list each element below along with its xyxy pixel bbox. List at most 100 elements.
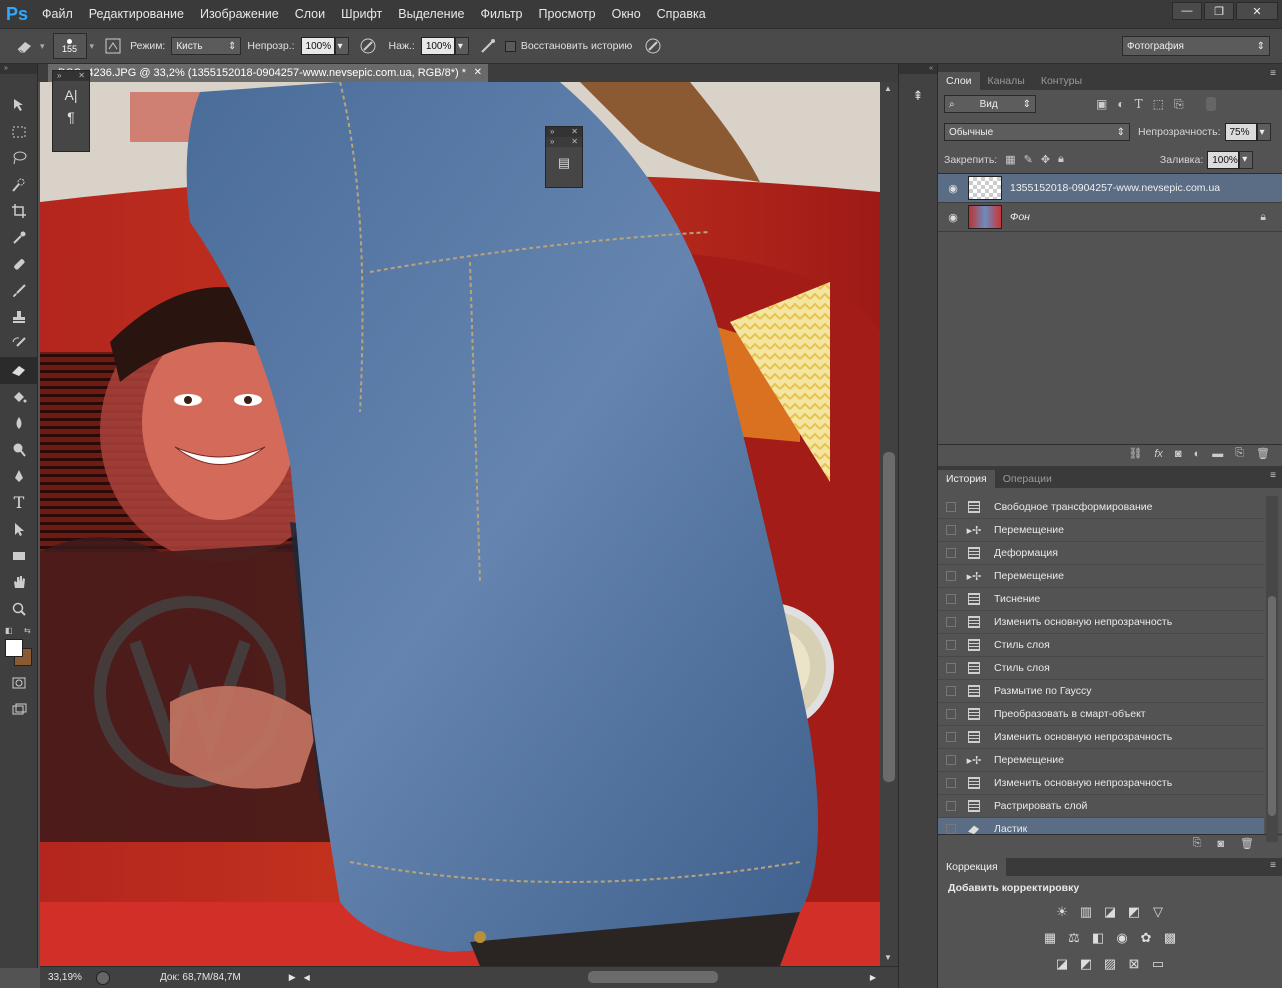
history-item[interactable]: Стиль слоя <box>938 634 1264 657</box>
exposure-icon[interactable]: ◩ <box>1125 904 1143 920</box>
healing-brush-tool-icon[interactable] <box>0 251 38 278</box>
brush-size-picker[interactable]: 155 <box>52 33 87 59</box>
history-item[interactable]: Размытие по Гауссу <box>938 680 1264 703</box>
paragraph-panel-icon[interactable]: ¶ <box>53 109 89 125</box>
history-panel-menu-icon[interactable]: ≡ <box>1270 470 1276 481</box>
history-scroll-thumb[interactable] <box>1268 596 1276 816</box>
hscroll-left-icon[interactable]: ◀ <box>304 973 310 982</box>
delete-state-icon[interactable]: 🗑︎ <box>1240 837 1254 850</box>
crop-tool-icon[interactable] <box>0 198 38 225</box>
lock-transparency-icon[interactable]: ▦ <box>1005 153 1015 166</box>
history-item[interactable]: ▸✢ Перемещение <box>938 519 1264 542</box>
vertical-scroll-thumb[interactable] <box>883 452 895 782</box>
restore-button[interactable]: ❐ <box>1204 2 1234 20</box>
history-item[interactable]: Преобразовать в смарт-объект <box>938 703 1264 726</box>
filter-type-icon[interactable]: T <box>1135 97 1143 111</box>
minimize-button[interactable]: — <box>1172 2 1202 20</box>
status-info-icon[interactable] <box>96 970 110 985</box>
history-snapshot-checkbox[interactable] <box>946 755 956 765</box>
opacity-pressure-icon[interactable] <box>357 35 379 57</box>
tab-paths[interactable]: Контуры <box>1033 72 1090 90</box>
new-adjustment-icon[interactable]: ◐ <box>1194 448 1201 460</box>
close-button[interactable]: ✕ <box>1236 2 1278 20</box>
eraser-tool-icon[interactable] <box>0 357 38 384</box>
history-scrollbar[interactable] <box>1266 496 1278 842</box>
vibrance-icon[interactable]: ▽ <box>1149 904 1167 920</box>
history-item[interactable]: Изменить основную непрозрачность <box>938 726 1264 749</box>
preset-dropdown-arrow-icon[interactable]: ▾ <box>40 41 45 52</box>
history-snapshot-checkbox[interactable] <box>946 663 956 673</box>
adjustments-panel-menu-icon[interactable]: ≡ <box>1270 860 1276 871</box>
opacity-input[interactable]: 100% <box>300 37 335 55</box>
menu-select[interactable]: Выделение <box>390 0 472 28</box>
channel-mixer-icon[interactable]: ✿ <box>1137 930 1155 946</box>
quick-select-tool-icon[interactable] <box>0 172 38 199</box>
brush-tool-icon[interactable] <box>0 278 38 305</box>
opacity-arrow-icon[interactable]: ▾ <box>334 37 349 55</box>
history-item[interactable]: Изменить основную непрозрачность <box>938 772 1264 795</box>
threshold-icon[interactable]: ▨ <box>1101 956 1119 972</box>
filter-toggle-switch[interactable] <box>1205 97 1216 111</box>
lock-all-icon[interactable]: 🔒︎ <box>1058 153 1064 166</box>
history-snapshot-checkbox[interactable] <box>946 548 956 558</box>
mini-panel-expand-icon-2[interactable]: » <box>550 127 554 137</box>
history-states-icon[interactable]: ⇞ <box>908 88 928 106</box>
eyedropper-tool-icon[interactable] <box>0 225 38 252</box>
tab-adjustments[interactable]: Коррекция <box>938 858 1006 876</box>
color-lookup-icon[interactable]: ▩ <box>1161 930 1179 946</box>
layer-row-background[interactable]: ◉ Фон 🔒︎ <box>938 203 1282 232</box>
layer-visibility-eye-icon[interactable]: ◉ <box>938 182 968 195</box>
selective-color-icon[interactable]: ⊠ <box>1125 956 1143 972</box>
history-snapshot-checkbox[interactable] <box>946 732 956 742</box>
menu-view[interactable]: Просмотр <box>531 0 604 28</box>
blend-mode-dropdown[interactable]: Обычные ⇕ <box>944 123 1130 141</box>
mode-dropdown[interactable]: Кисть ⇕ <box>171 37 242 55</box>
menu-filter[interactable]: Фильтр <box>473 0 531 28</box>
lasso-tool-icon[interactable] <box>0 145 38 172</box>
history-snapshot-checkbox[interactable] <box>946 525 956 535</box>
new-snapshot-icon[interactable]: ◙ <box>1217 838 1224 850</box>
history-brush-tool-icon[interactable] <box>0 331 38 358</box>
horizontal-scroll-thumb[interactable] <box>588 971 718 983</box>
new-document-from-state-icon[interactable]: ⎘ <box>1193 837 1202 850</box>
layer-opacity-input[interactable]: 75% <box>1224 123 1257 141</box>
delete-layer-icon[interactable]: 🗑︎ <box>1256 447 1270 460</box>
status-menu-arrow-icon[interactable]: ▶ <box>289 972 296 983</box>
default-colors-icon[interactable]: ◧ <box>5 626 13 635</box>
link-layers-icon[interactable]: ⛓ <box>1128 447 1142 460</box>
hand-tool-icon[interactable] <box>0 569 38 596</box>
history-snapshot-checkbox[interactable] <box>946 778 956 788</box>
pressure-arrow-icon[interactable]: ▾ <box>454 37 469 55</box>
history-snapshot-checkbox[interactable] <box>946 709 956 719</box>
document-close-icon[interactable]: ✕ <box>474 64 482 82</box>
layer-style-fx-icon[interactable]: fx <box>1154 448 1163 460</box>
mini-panel-close-icon[interactable]: ✕ <box>78 71 85 81</box>
paint-bucket-tool-icon[interactable] <box>0 384 38 411</box>
mini-panel-close-icon-2[interactable]: ✕ <box>571 127 578 137</box>
hue-saturation-icon[interactable]: ▦ <box>1041 930 1059 946</box>
mini-panel-expand-icon[interactable]: » <box>57 71 61 81</box>
layers-panel-menu-icon[interactable]: ≡ <box>1270 68 1276 79</box>
filter-shape-icon[interactable]: ⬚ <box>1153 97 1164 111</box>
tab-history[interactable]: История <box>938 470 995 488</box>
pressure-input[interactable]: 100% <box>420 37 455 55</box>
history-snapshot-checkbox[interactable] <box>946 594 956 604</box>
tab-channels[interactable]: Каналы <box>980 72 1033 90</box>
airbrush-icon[interactable] <box>477 35 499 57</box>
brightness-contrast-icon[interactable]: ☀ <box>1053 904 1071 920</box>
layer-opacity-arrow-icon[interactable]: ▾ <box>1256 123 1271 141</box>
type-tool-icon[interactable]: T <box>0 490 38 517</box>
history-item[interactable]: Изменить основную непрозрачность <box>938 611 1264 634</box>
dock-collapse-icon[interactable]: « <box>899 64 937 74</box>
character-panel-icon[interactable]: A| <box>53 87 89 103</box>
background-layer-name[interactable]: Фон <box>1010 211 1030 223</box>
tab-actions[interactable]: Операции <box>995 470 1060 488</box>
path-selection-tool-icon[interactable] <box>0 516 38 543</box>
toolbar-collapse-icon[interactable]: » <box>0 64 37 74</box>
history-snapshot-checkbox[interactable] <box>946 824 956 834</box>
history-snapshot-checkbox[interactable] <box>946 571 956 581</box>
tablet-size-pressure-icon[interactable] <box>642 35 664 57</box>
history-snapshot-checkbox[interactable] <box>946 801 956 811</box>
invert-icon[interactable]: ◪ <box>1053 956 1071 972</box>
history-item[interactable]: Стиль слоя <box>938 657 1264 680</box>
